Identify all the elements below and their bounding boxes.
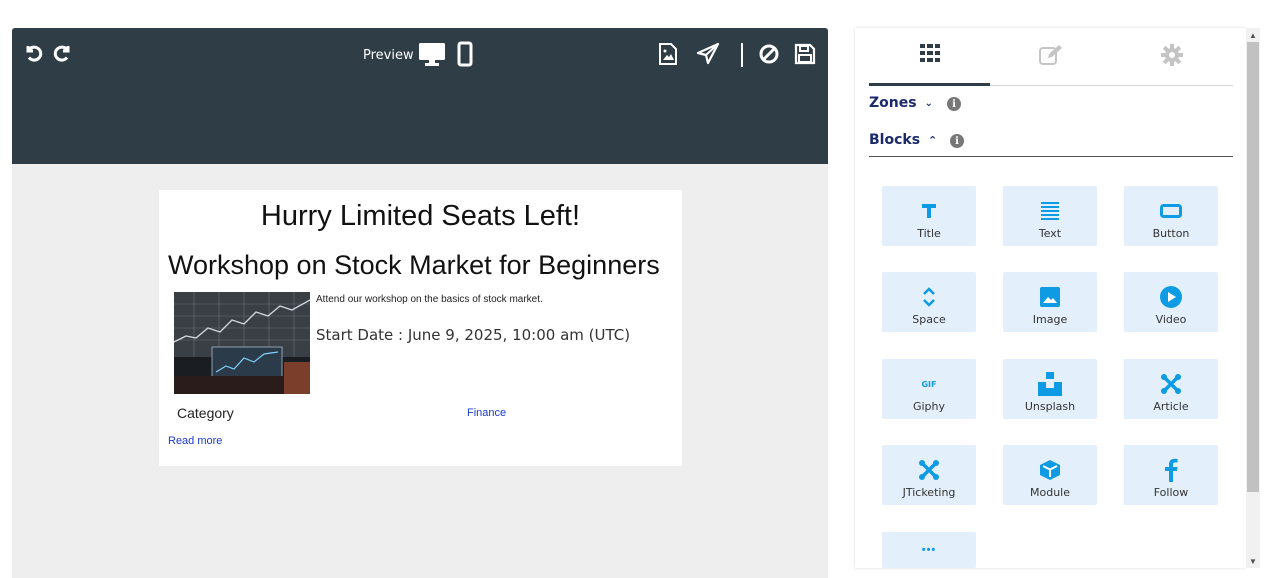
scroll-down-arrow-icon[interactable]: ▼: [1246, 554, 1260, 568]
block-title[interactable]: Title: [882, 186, 976, 246]
block-image[interactable]: Image: [1003, 272, 1097, 332]
block-jticketing[interactable]: JTicketing: [882, 445, 976, 505]
desktop-preview-icon[interactable]: [418, 41, 446, 67]
block-text[interactable]: Text: [1003, 186, 1097, 246]
block-label: Image: [1032, 313, 1068, 326]
email-heading[interactable]: Hurry Limited Seats Left!: [159, 200, 682, 233]
block-video[interactable]: Video: [1124, 272, 1218, 332]
tab-blocks[interactable]: [869, 28, 990, 86]
video-icon: [1160, 282, 1182, 312]
panel-tabs: [869, 28, 1233, 86]
tab-settings[interactable]: [1111, 28, 1232, 86]
editor-toolbar: Preview: [12, 28, 828, 164]
image-icon: [1040, 282, 1060, 312]
event-description: Attend our workshop on the basics of sto…: [316, 294, 543, 305]
edit-icon: [1038, 44, 1063, 71]
chevron-down-icon: ⌄: [924, 97, 933, 109]
gif-text: GIF: [921, 379, 937, 389]
scrollbar-thumb[interactable]: [1247, 42, 1259, 492]
chevron-up-icon: ⌃: [928, 133, 938, 147]
event-thumbnail[interactable]: [174, 292, 310, 394]
facebook-icon: [1164, 455, 1178, 485]
block-module[interactable]: Module: [1003, 445, 1097, 505]
more-dots: •••: [921, 544, 937, 556]
cancel-icon[interactable]: [757, 42, 781, 66]
cube-icon: [1039, 455, 1061, 485]
scroll-up-arrow-icon[interactable]: ▲: [1246, 28, 1260, 42]
mobile-preview-icon[interactable]: [455, 41, 475, 67]
space-icon: [922, 282, 936, 312]
block-label: Unsplash: [1024, 400, 1076, 413]
block-article[interactable]: Article: [1124, 359, 1218, 419]
zones-label: Zones: [869, 95, 917, 111]
unsplash-icon: [1038, 369, 1062, 399]
block-follow[interactable]: Follow: [1124, 445, 1218, 505]
block-label: Title: [917, 227, 941, 240]
block-label: Text: [1038, 227, 1062, 240]
preview-label: Preview: [363, 48, 414, 63]
undo-icon[interactable]: [22, 40, 44, 64]
save-icon[interactable]: [793, 42, 817, 66]
block-more[interactable]: •••: [882, 532, 976, 568]
category-label: Category: [177, 405, 234, 421]
block-label: Article: [1153, 400, 1189, 413]
block-label: Button: [1152, 227, 1190, 240]
text-lines-icon: [1041, 196, 1059, 226]
blocks-panel: Zones ⌄ i Blocks ⌃ i Title Text Button S…: [855, 28, 1246, 568]
block-label: JTicketing: [902, 486, 956, 499]
toolbar-separator: [741, 43, 743, 67]
grid-icon: [919, 44, 940, 67]
button-icon: [1160, 196, 1182, 226]
block-button[interactable]: Button: [1124, 186, 1218, 246]
email-canvas[interactable]: Hurry Limited Seats Left! Workshop on St…: [159, 190, 682, 466]
event-start-date: Start Date : June 9, 2025, 10:00 am (UTC…: [316, 326, 631, 344]
zones-toggle[interactable]: Zones ⌄: [869, 95, 933, 111]
block-giphy[interactable]: GIF Giphy: [882, 359, 976, 419]
block-label: Video: [1155, 313, 1187, 326]
block-space[interactable]: Space: [882, 272, 976, 332]
block-label: Follow: [1153, 486, 1189, 499]
redo-icon[interactable]: [52, 40, 74, 64]
image-export-icon[interactable]: [657, 41, 679, 67]
blocks-info-icon[interactable]: i: [950, 134, 964, 148]
blocks-toggle[interactable]: Blocks ⌃: [869, 132, 937, 148]
send-test-icon[interactable]: [695, 41, 721, 67]
gear-icon: [1160, 43, 1183, 71]
zones-info-icon[interactable]: i: [947, 97, 961, 111]
block-label: Module: [1030, 486, 1070, 499]
category-value[interactable]: Finance: [467, 407, 506, 419]
block-label: Space: [912, 313, 946, 326]
editor-area: Preview Hurry Limited Seats Left! Worksh…: [12, 28, 828, 578]
more-dots-icon: •••: [922, 540, 937, 560]
block-label: Giphy: [912, 400, 946, 413]
joomla-icon: [918, 455, 940, 485]
read-more-link[interactable]: Read more: [168, 435, 222, 447]
joomla-icon: [1160, 369, 1182, 399]
tab-edit[interactable]: [990, 28, 1111, 86]
gif-icon: GIF: [921, 369, 936, 399]
block-unsplash[interactable]: Unsplash: [1003, 359, 1097, 419]
panel-scrollbar[interactable]: ▲ ▼: [1246, 28, 1260, 568]
event-title[interactable]: Workshop on Stock Market for Beginners: [168, 250, 660, 281]
title-icon: [921, 196, 937, 226]
blocks-label: Blocks: [869, 132, 921, 148]
section-divider: [869, 156, 1233, 157]
